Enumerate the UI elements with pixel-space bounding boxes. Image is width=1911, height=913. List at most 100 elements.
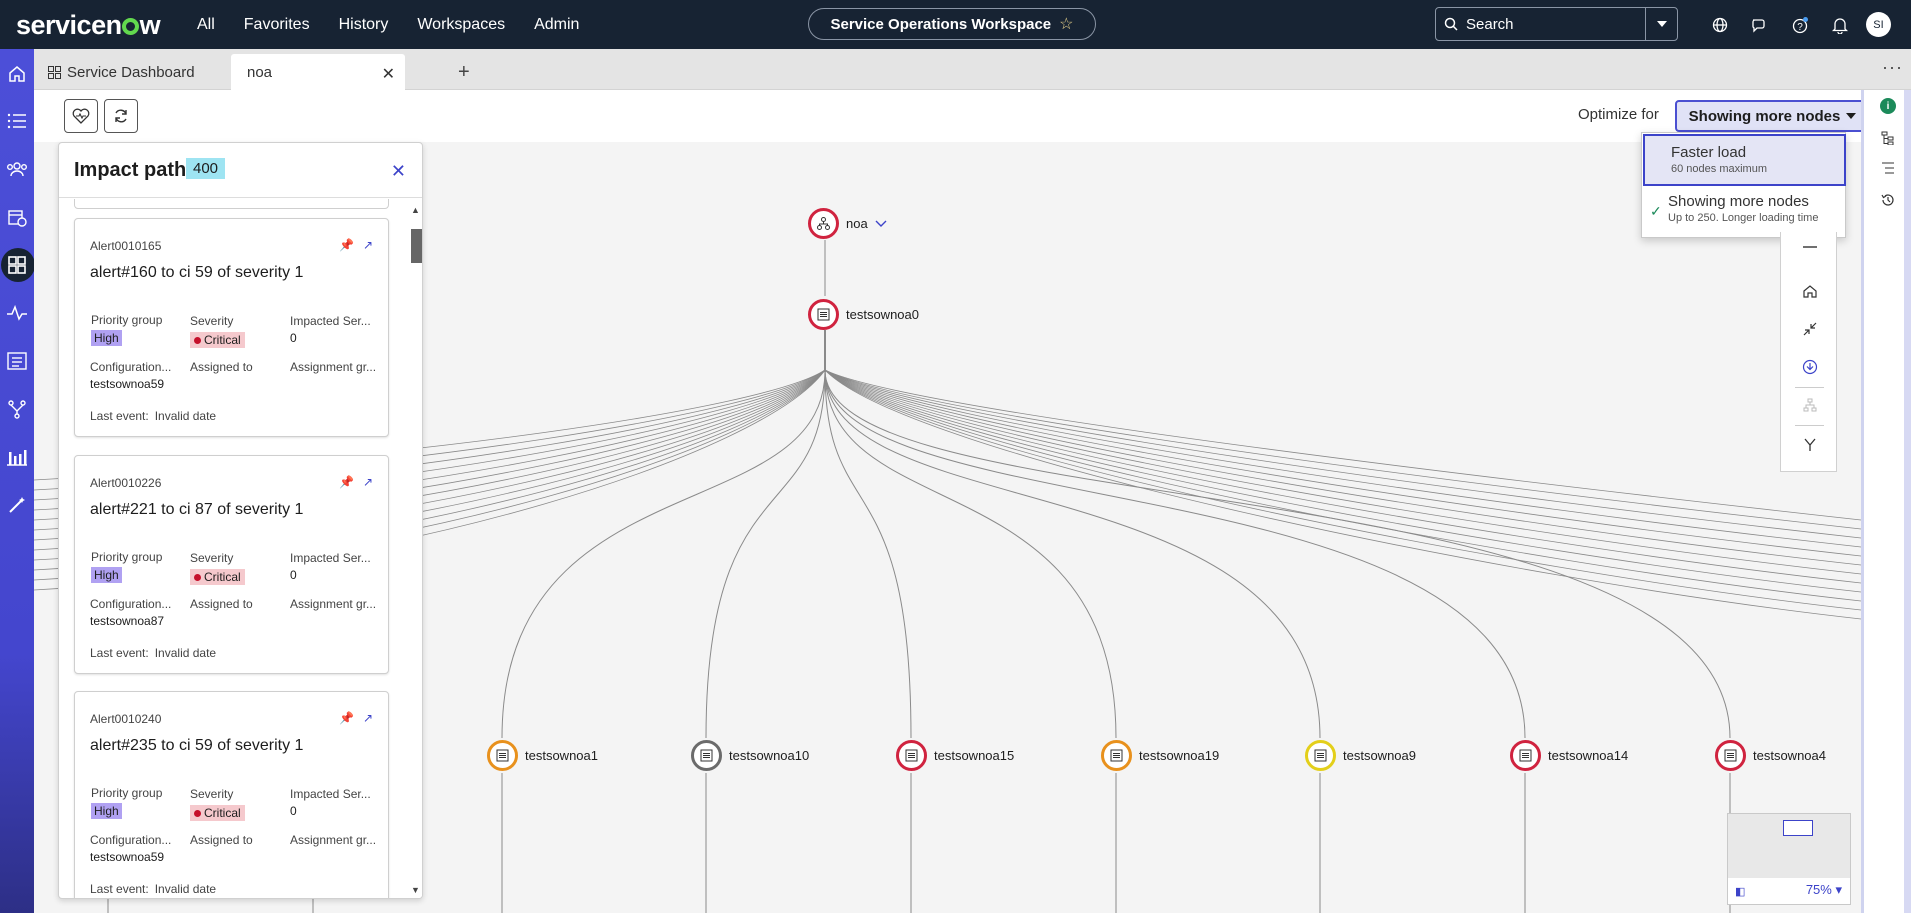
nav-workspaces[interactable]: Workspaces [417, 16, 505, 34]
refresh-button[interactable] [104, 99, 138, 133]
alert-number[interactable]: Alert0010165 [90, 239, 161, 253]
help-icon[interactable]: ? [1780, 0, 1820, 49]
option-subtitle: Up to 250. Longer loading time [1668, 212, 1819, 224]
zoom-out-icon[interactable] [1781, 232, 1838, 262]
bar-chart-icon[interactable] [0, 437, 34, 477]
pin-icon[interactable]: 📌 [339, 711, 354, 725]
nav-history[interactable]: History [339, 16, 389, 34]
close-icon[interactable]: ✕ [391, 161, 406, 182]
graph-node-level1[interactable]: testsownoa0 [808, 299, 919, 330]
merge-icon[interactable] [1781, 430, 1838, 460]
tab-noa[interactable]: noa ✕ [231, 54, 405, 90]
pin-icon[interactable]: 📌 [339, 475, 354, 489]
list-icon[interactable] [0, 101, 34, 141]
open-external-icon[interactable]: ↗ [363, 238, 373, 252]
card-actions: 📌 ↗ [339, 475, 373, 489]
server-node-icon [1715, 740, 1746, 771]
minimap[interactable]: ◧ 75% ▾ [1727, 813, 1851, 905]
health-toggle-button[interactable] [64, 99, 98, 133]
configuration-item-label: Configuration... [90, 360, 172, 374]
alert-card[interactable]: Alert0010240 📌 ↗ alert#235 to ci 59 of seve… [74, 691, 389, 898]
scroll-thumb[interactable] [411, 229, 422, 263]
close-tab-icon[interactable]: ✕ [382, 64, 395, 84]
open-external-icon[interactable]: ↗ [363, 475, 373, 489]
more-options-icon[interactable]: ··· [1882, 57, 1903, 78]
tab-service-dashboard[interactable]: Service Dashboard [48, 54, 195, 90]
workspace-tab-bar: Service Dashboard noa ✕ + ··· [34, 49, 1911, 90]
graph-node-child[interactable]: testsownoa10 [691, 740, 809, 771]
graph-node-child[interactable]: testsownoa1 [487, 740, 598, 771]
node-label: testsownoa14 [1548, 748, 1629, 763]
servicenow-logo[interactable]: servicen w [16, 10, 161, 41]
option-showing-more-nodes[interactable]: ✓ Showing more nodes Up to 250. Longer l… [1642, 185, 1847, 237]
star-icon[interactable]: ☆ [1059, 14, 1073, 34]
scroll-up-icon[interactable]: ▲ [411, 205, 420, 215]
alert-card[interactable]: Alert0010226 📌 ↗ alert#221 to ci 87 of seve… [74, 455, 389, 674]
edge-offscreen-right [824, 369, 1861, 593]
collapse-icon[interactable] [1781, 314, 1838, 344]
chat-icon[interactable] [1740, 0, 1780, 49]
download-icon[interactable] [1781, 352, 1838, 382]
pin-icon[interactable]: 📌 [339, 238, 354, 252]
home-view-icon[interactable] [1781, 276, 1838, 306]
hierarchy-icon[interactable] [1781, 390, 1838, 420]
history-icon[interactable] [1876, 188, 1900, 212]
nav-favorites[interactable]: Favorites [244, 16, 310, 34]
document-list-icon[interactable] [0, 341, 34, 381]
last-event-value: Invalid date [154, 409, 217, 423]
optimize-dropdown-button[interactable]: Showing more nodes [1675, 100, 1870, 132]
tree-icon[interactable] [1876, 126, 1900, 150]
dashboard-grid-icon[interactable] [0, 245, 35, 285]
search-scope-dropdown[interactable] [1645, 8, 1677, 40]
alert-number[interactable]: Alert0010240 [90, 712, 161, 726]
alert-card-partial[interactable] [74, 199, 389, 209]
severity-label: Severity [190, 787, 234, 801]
zoom-level[interactable]: 75% ▾ [1806, 882, 1842, 898]
graph-node-child[interactable]: testsownoa4 [1715, 740, 1826, 771]
minimap-toggle-icon[interactable]: ◧ [1735, 885, 1745, 898]
graph-node-child[interactable]: testsownoa15 [896, 740, 1014, 771]
groups-icon[interactable] [0, 149, 34, 189]
calendar-clock-icon[interactable] [0, 197, 34, 237]
chevron-down-icon[interactable] [875, 215, 887, 233]
branch-icon[interactable] [0, 389, 34, 429]
global-search[interactable]: Search [1435, 7, 1678, 41]
alert-number[interactable]: Alert0010226 [90, 476, 161, 490]
activity-pulse-icon[interactable] [0, 293, 34, 333]
edge-offscreen-right [824, 369, 1861, 530]
graph-node-child[interactable]: testsownoa14 [1510, 740, 1628, 771]
scroll-down-icon[interactable]: ▼ [411, 885, 420, 895]
user-avatar[interactable]: SI [1866, 12, 1891, 37]
heart-pulse-icon [72, 108, 90, 124]
notifications-bell-icon[interactable] [1820, 0, 1860, 49]
assignment-group-label: Assignment gr... [290, 360, 377, 374]
alert-card[interactable]: Alert0010165 📌 ↗ alert#160 to ci 59 of seve… [74, 218, 389, 437]
search-input[interactable]: Search [1466, 16, 1645, 33]
graph-node-child[interactable]: testsownoa19 [1101, 740, 1219, 771]
graph-node-root[interactable]: noa [808, 208, 887, 239]
tab-label: Service Dashboard [67, 63, 195, 81]
panel-scrollbar[interactable]: ▲ ▼ [408, 199, 422, 898]
info-icon[interactable]: i [1876, 94, 1900, 118]
card-actions: 📌 ↗ [339, 711, 373, 725]
optimize-dropdown-menu: Faster load 60 nodes maximum ✓ Showing m… [1641, 132, 1846, 238]
last-event-label: Last event: [90, 409, 149, 423]
indent-list-icon[interactable] [1876, 156, 1900, 180]
graph-node-child[interactable]: testsownoa9 [1305, 740, 1416, 771]
search-icon [1436, 8, 1466, 40]
nav-admin[interactable]: Admin [534, 16, 579, 34]
home-icon[interactable] [0, 54, 34, 94]
priority-label: Priority group [91, 550, 163, 564]
globe-icon[interactable] [1700, 0, 1740, 49]
option-faster-load[interactable]: Faster load 60 nodes maximum [1643, 134, 1846, 186]
workspace-title-pill[interactable]: Service Operations Workspace ☆ [808, 8, 1096, 40]
assignment-group-label: Assignment gr... [290, 833, 377, 847]
add-tab-icon[interactable]: + [458, 61, 470, 84]
configuration-item-value: testsownoa59 [90, 850, 165, 864]
minimap-visible-rect[interactable] [1783, 820, 1813, 836]
open-external-icon[interactable]: ↗ [363, 711, 373, 725]
configuration-item-label: Configuration... [90, 833, 172, 847]
alert-list[interactable]: Alert0010165 📌 ↗ alert#160 to ci 59 of seve… [59, 199, 422, 898]
magic-wand-icon[interactable] [0, 485, 34, 525]
nav-all[interactable]: All [197, 16, 215, 34]
